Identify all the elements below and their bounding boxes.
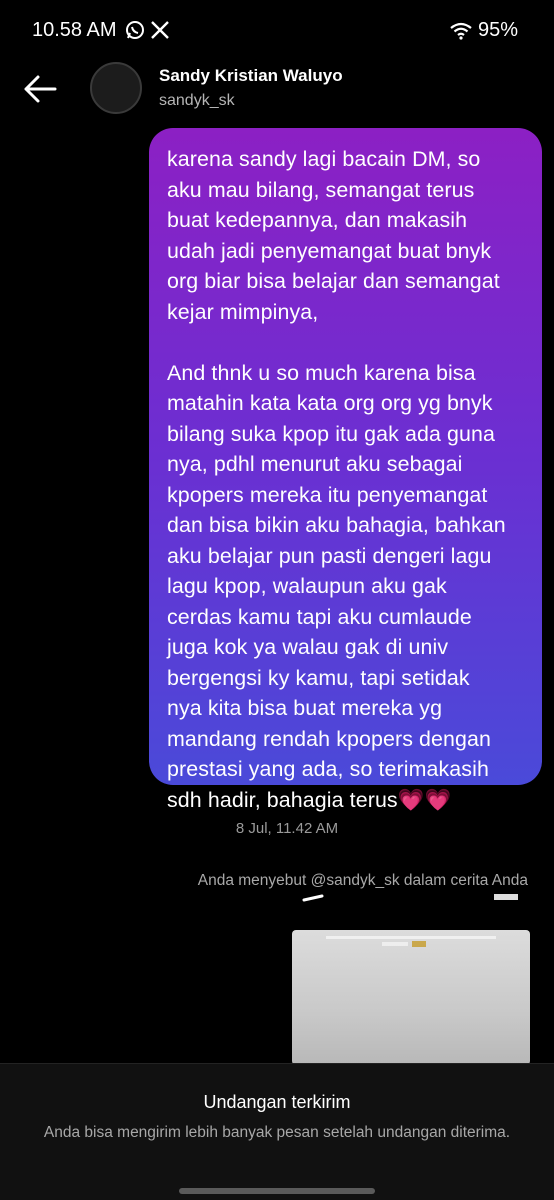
invite-title: Undangan terkirim <box>203 1092 351 1112</box>
story-mention-note: Anda menyebut @sandyk_sk dalam cerita An… <box>197 872 528 889</box>
back-button[interactable] <box>22 72 62 106</box>
invite-description: Anda bisa mengirim lebih banyak pesan se… <box>43 1124 511 1141</box>
story-preview-image[interactable] <box>292 930 530 1065</box>
arrow-left-icon <box>24 75 57 103</box>
status-time: 10.58 AM <box>32 19 117 41</box>
sent-message-bubble[interactable]: karena sandy lagi bacain DM, so aku mau … <box>149 128 542 812</box>
chat-header: Sandy Kristian Waluyo sandyk_sk <box>0 58 554 122</box>
home-indicator[interactable] <box>179 1188 375 1194</box>
x-icon <box>151 21 169 39</box>
story-caption-blur <box>326 936 496 947</box>
invite-sent-panel: Undangan terkirim Anda bisa mengirim leb… <box>0 1063 554 1200</box>
message-timestamp: 8 Jul, 11.42 AM <box>235 820 339 837</box>
message-paragraph: karena sandy lagi bacain DM, so aku mau … <box>167 147 500 324</box>
story-preview-top <box>302 894 518 902</box>
status-bar: 10.58 AM 95% <box>0 0 554 58</box>
notification-icons <box>125 20 169 40</box>
whatsapp-icon <box>126 21 144 39</box>
wifi-icon <box>450 22 472 40</box>
battery-level: 95% <box>477 19 518 41</box>
message-paragraph: And thnk u so much karena bisa matahin k… <box>167 360 506 812</box>
avatar[interactable] <box>90 62 142 114</box>
contact-handle[interactable]: sandyk_sk <box>159 92 235 110</box>
contact-name[interactable]: Sandy Kristian Waluyo <box>159 66 343 86</box>
status-right: 95% <box>450 19 518 42</box>
